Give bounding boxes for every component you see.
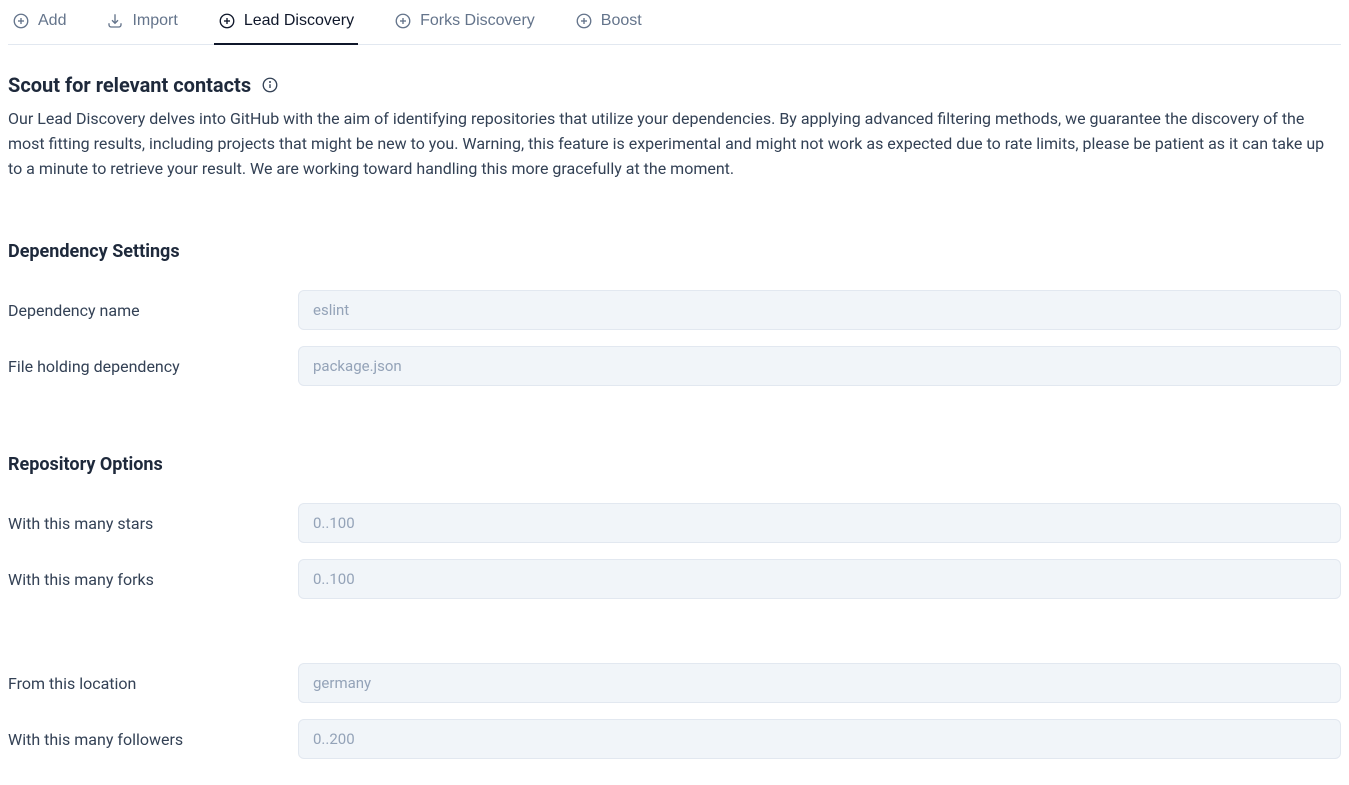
label-dependency-file: File holding dependency xyxy=(8,357,298,376)
tab-label: Forks Discovery xyxy=(420,12,535,30)
info-icon[interactable] xyxy=(261,76,279,94)
plus-circle-icon xyxy=(394,12,412,30)
form-row-location: From this location xyxy=(8,663,1341,703)
section-title-dependency: Dependency Settings xyxy=(8,241,1341,262)
form-row-dependency-name: Dependency name xyxy=(8,290,1341,330)
form-row-stars: With this many stars xyxy=(8,503,1341,543)
tab-label: Import xyxy=(132,12,177,30)
tab-add[interactable]: Add xyxy=(8,0,70,44)
label-location: From this location xyxy=(8,674,298,693)
section-title-repo: Repository Options xyxy=(8,454,1341,475)
input-dependency-name[interactable] xyxy=(298,290,1341,330)
download-icon xyxy=(106,12,124,30)
input-location[interactable] xyxy=(298,663,1341,703)
tab-forks-discovery[interactable]: Forks Discovery xyxy=(390,0,539,44)
page-title-row: Scout for relevant contacts xyxy=(8,73,1341,97)
page-title: Scout for relevant contacts xyxy=(8,73,251,97)
plus-circle-icon xyxy=(12,12,30,30)
tab-label: Add xyxy=(38,12,66,30)
input-dependency-file[interactable] xyxy=(298,346,1341,386)
tab-label: Boost xyxy=(601,12,642,30)
plus-circle-icon xyxy=(575,12,593,30)
input-forks[interactable] xyxy=(298,559,1341,599)
tab-label: Lead Discovery xyxy=(244,12,354,30)
form-row-dependency-file: File holding dependency xyxy=(8,346,1341,386)
label-followers: With this many followers xyxy=(8,730,298,749)
tabs-bar: Add Import Lead Discovery xyxy=(8,0,1341,45)
page-description: Our Lead Discovery delves into GitHub wi… xyxy=(8,107,1341,181)
label-forks: With this many forks xyxy=(8,570,298,589)
tab-boost[interactable]: Boost xyxy=(571,0,646,44)
label-stars: With this many stars xyxy=(8,514,298,533)
tab-import[interactable]: Import xyxy=(102,0,181,44)
plus-circle-icon xyxy=(218,12,236,30)
input-stars[interactable] xyxy=(298,503,1341,543)
form-row-followers: With this many followers xyxy=(8,719,1341,759)
form-row-forks: With this many forks xyxy=(8,559,1341,599)
input-followers[interactable] xyxy=(298,719,1341,759)
label-dependency-name: Dependency name xyxy=(8,301,298,320)
tab-lead-discovery[interactable]: Lead Discovery xyxy=(214,0,358,44)
